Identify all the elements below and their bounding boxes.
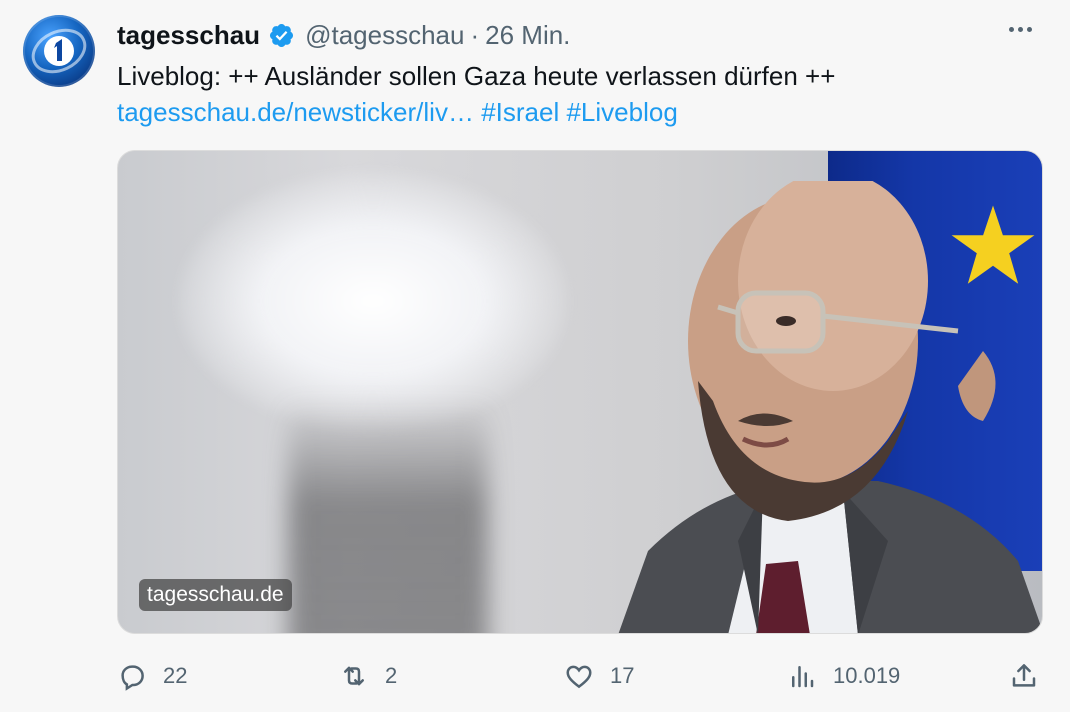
tagesschau-logo-icon (31, 28, 87, 74)
avatar[interactable] (23, 15, 95, 87)
tweet-links-line: tagesschau.de/newsticker/liv… #Israel #L… (117, 94, 1037, 130)
blurred-foreground-object (288, 401, 488, 633)
blurred-light-background (178, 171, 568, 431)
tweet-link[interactable]: tagesschau.de/newsticker/liv… (117, 97, 474, 127)
reply-button[interactable]: 22 (117, 654, 187, 698)
share-button[interactable] (1009, 654, 1039, 698)
more-icon[interactable] (1009, 27, 1032, 32)
media-watermark: tagesschau.de (139, 579, 292, 611)
like-count: 17 (610, 663, 635, 688)
hashtag-liveblog[interactable]: #Liveblog (566, 97, 677, 127)
hashtag-israel[interactable]: #Israel (481, 97, 559, 127)
views-button[interactable]: 10.019 (787, 654, 900, 698)
separator-dot: · (470, 19, 480, 50)
display-name[interactable]: tagesschau (117, 20, 260, 51)
speaker-portrait (618, 181, 1042, 633)
tweet-text-main: Liveblog: ++ Ausländer sollen Gaza heute… (117, 61, 836, 91)
share-icon (1012, 664, 1036, 687)
retweet-icon (344, 666, 364, 686)
verified-badge-icon (270, 23, 294, 47)
like-button[interactable]: 17 (564, 654, 634, 698)
reply-count: 22 (163, 663, 188, 688)
media-image[interactable]: tagesschau.de (117, 150, 1043, 634)
retweet-button[interactable]: 2 (339, 654, 397, 698)
timestamp[interactable]: 26 Min. (485, 20, 570, 51)
views-count: 10.019 (833, 663, 901, 688)
tweet-actions: 22 2 17 10.019 (117, 654, 1047, 698)
like-icon (566, 665, 592, 689)
tweet-header: tagesschau @tagesschau · 26 Min. (117, 19, 570, 51)
handle[interactable]: @tagesschau (305, 20, 464, 51)
tweet-text: Liveblog: ++ Ausländer sollen Gaza heute… (117, 58, 1037, 130)
views-icon (792, 666, 814, 688)
reply-icon (121, 665, 144, 691)
retweet-count: 2 (385, 663, 398, 688)
